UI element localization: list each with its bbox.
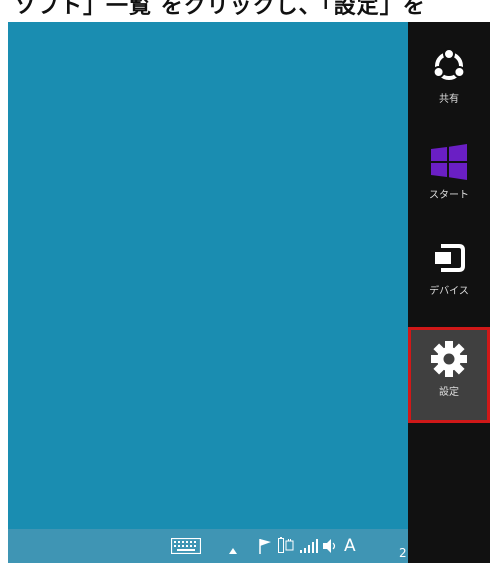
- devices-icon: [435, 244, 465, 272]
- charms-bar: 共有 スタート デバイス 設定: [408, 22, 490, 563]
- action-center-flag-icon[interactable]: [258, 538, 272, 557]
- network-signal-icon[interactable]: [300, 539, 318, 556]
- charm-share-label: 共有: [439, 94, 459, 105]
- charm-start-label: スタート: [429, 190, 469, 201]
- clock-fragment[interactable]: 2: [399, 547, 407, 559]
- charm-start[interactable]: スタート: [408, 130, 490, 226]
- cropped-instruction-text: ソフト」一覧 をクリックし、「設定」を: [0, 0, 490, 22]
- share-icon: [432, 48, 466, 80]
- charm-devices-label: デバイス: [429, 286, 469, 297]
- desktop-background: [8, 22, 408, 529]
- charm-share[interactable]: 共有: [408, 34, 490, 130]
- charm-settings-label: 設定: [439, 387, 459, 398]
- charm-settings[interactable]: 設定: [408, 327, 490, 423]
- power-icon[interactable]: [278, 537, 294, 557]
- ime-mode-indicator[interactable]: A: [344, 538, 356, 555]
- show-hidden-icons-icon[interactable]: [229, 543, 237, 557]
- windows-logo-icon: [431, 144, 467, 180]
- taskbar: A 2: [8, 529, 408, 563]
- touch-keyboard-icon[interactable]: [170, 537, 202, 557]
- volume-icon[interactable]: [323, 538, 337, 557]
- gear-icon: [431, 341, 467, 377]
- charm-devices[interactable]: デバイス: [408, 226, 490, 322]
